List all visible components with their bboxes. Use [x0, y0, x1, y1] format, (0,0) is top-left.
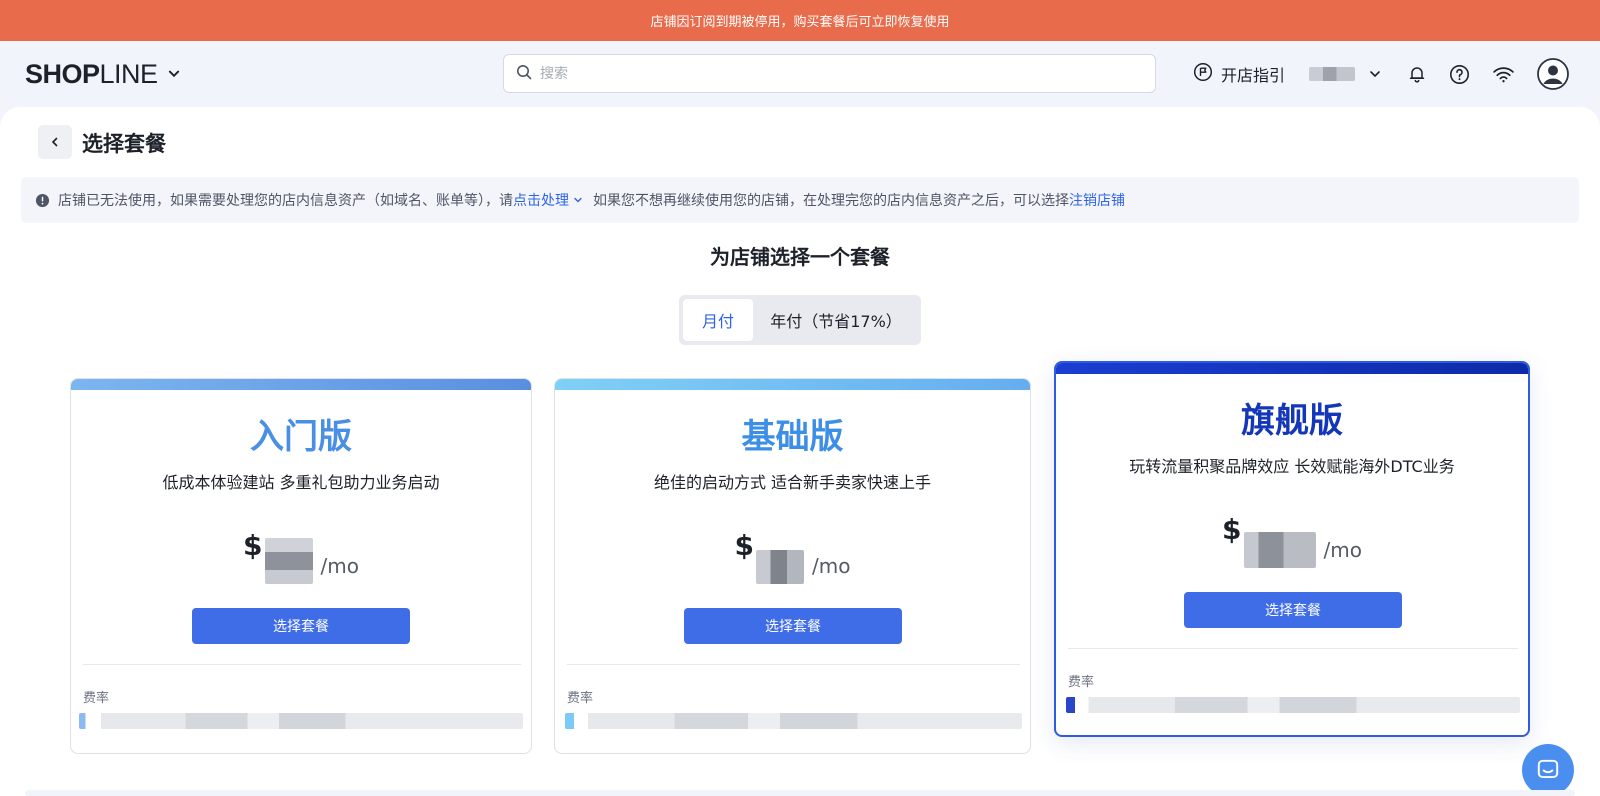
price-period: /mo	[1323, 538, 1362, 562]
plan-price: $ /mo	[71, 529, 531, 584]
notice-text-before: 店铺已无法使用，如果需要处理您的店内信息资产（如域名、账单等），请	[58, 193, 513, 209]
main-content: 选择套餐 店铺已无法使用，如果需要处理您的店内信息资产（如域名、账单等），请 点…	[0, 107, 1600, 796]
back-button[interactable]	[38, 125, 72, 159]
plan-card-accent-bar	[71, 379, 531, 390]
chat-icon	[1537, 759, 1559, 779]
plan-card-starter: 入门版 低成本体验建站 多重礼包助力业务启动 $ /mo 选择套餐 费率	[70, 378, 532, 754]
price-currency: $	[734, 529, 754, 562]
card-divider	[567, 664, 1020, 665]
banner-text: 店铺因订阅到期被停用，购买套餐后可立即恢复使用	[650, 15, 950, 30]
rate-label: 费率	[83, 691, 110, 706]
search-bar[interactable]	[503, 54, 1156, 93]
flag-icon	[1193, 62, 1213, 86]
price-amount	[756, 550, 804, 584]
plan-description: 低成本体验建站 多重礼包助力业务启动	[162, 473, 440, 492]
handle-assets-label: 点击处理	[513, 193, 569, 209]
card-divider	[83, 664, 521, 665]
billing-yearly-option[interactable]: 年付（节省17%）	[755, 299, 917, 341]
price-amount	[1243, 532, 1316, 568]
plan-price: $ /mo	[1056, 513, 1528, 568]
billing-period-toggle: 月付 年付（节省17%）	[679, 295, 921, 345]
select-plan-button[interactable]: 选择套餐	[1184, 592, 1402, 628]
plan-card-accent-bar	[1056, 363, 1528, 374]
select-plan-button[interactable]: 选择套餐	[192, 608, 410, 644]
chevron-down-icon	[574, 197, 582, 203]
price-period: /mo	[320, 554, 359, 578]
plan-card-flagship: 旗舰版 玩转流量积聚品牌效应 长效赋能海外DTC业务 $ /mo 选择套餐 费率	[1054, 361, 1530, 737]
plan-name: 基础版	[741, 417, 844, 457]
chevron-down-icon[interactable]	[1369, 68, 1381, 80]
handle-assets-link[interactable]: 点击处理	[513, 190, 583, 210]
exclamation-circle-icon	[35, 193, 50, 208]
rate-label: 费率	[1068, 675, 1095, 690]
page-bottom-edge	[25, 790, 1575, 796]
search-input[interactable]	[540, 65, 1100, 82]
chevron-down-icon	[168, 65, 180, 84]
wifi-icon[interactable]	[1492, 65, 1515, 84]
support-chat-button[interactable]	[1522, 744, 1574, 796]
rate-details	[79, 713, 523, 729]
help-icon[interactable]	[1449, 64, 1470, 85]
store-setup-guide-button[interactable]: 开店指引	[1193, 62, 1285, 86]
card-divider	[1068, 648, 1518, 649]
price-amount	[264, 538, 313, 584]
plan-name: 旗舰版	[1241, 401, 1343, 441]
chevron-left-icon	[51, 137, 58, 147]
plan-card-basic: 基础版 绝佳的启动方式 适合新手卖家快速上手 $ /mo 选择套餐 费率	[554, 378, 1031, 754]
section-title: 为店铺选择一个套餐	[710, 245, 890, 269]
price-currency: $	[1222, 513, 1242, 546]
shopline-logo: SHOPLINE	[25, 58, 158, 89]
plan-card-accent-bar	[555, 379, 1030, 390]
plan-name: 入门版	[250, 417, 352, 457]
search-icon	[516, 64, 532, 84]
user-avatar-icon[interactable]	[1537, 58, 1569, 90]
billing-monthly-option[interactable]: 月付	[683, 299, 753, 341]
plan-description: 玩转流量积聚品牌效应 长效赋能海外DTC业务	[1129, 457, 1455, 476]
notice-text-middle: 如果您不想再继续使用您的店铺，在处理完您的店内信息资产之后，可以选择	[593, 193, 1069, 209]
rate-details	[1066, 697, 1520, 713]
account-name[interactable]	[1309, 67, 1356, 81]
page-title: 选择套餐	[82, 132, 166, 156]
bell-icon[interactable]	[1407, 64, 1427, 84]
rate-details	[565, 713, 1022, 729]
plan-price: $ /mo	[555, 529, 1030, 584]
price-period: /mo	[812, 554, 851, 578]
store-switcher[interactable]: SHOPLINE	[25, 59, 180, 89]
header-actions: 开店指引	[1193, 57, 1569, 91]
close-store-link[interactable]: 注销店铺	[1069, 190, 1125, 210]
store-setup-guide-label: 开店指引	[1221, 66, 1286, 85]
rate-label: 费率	[567, 691, 594, 706]
plan-description: 绝佳的启动方式 适合新手卖家快速上手	[653, 473, 932, 492]
top-bar: SHOPLINE 开店指引	[0, 41, 1600, 107]
subscription-expired-banner: 店铺因订阅到期被停用，购买套餐后可立即恢复使用	[0, 0, 1600, 41]
price-currency: $	[243, 529, 263, 562]
store-notice: 店铺已无法使用，如果需要处理您的店内信息资产（如域名、账单等），请 点击处理 如…	[21, 177, 1579, 223]
select-plan-button[interactable]: 选择套餐	[684, 608, 902, 644]
